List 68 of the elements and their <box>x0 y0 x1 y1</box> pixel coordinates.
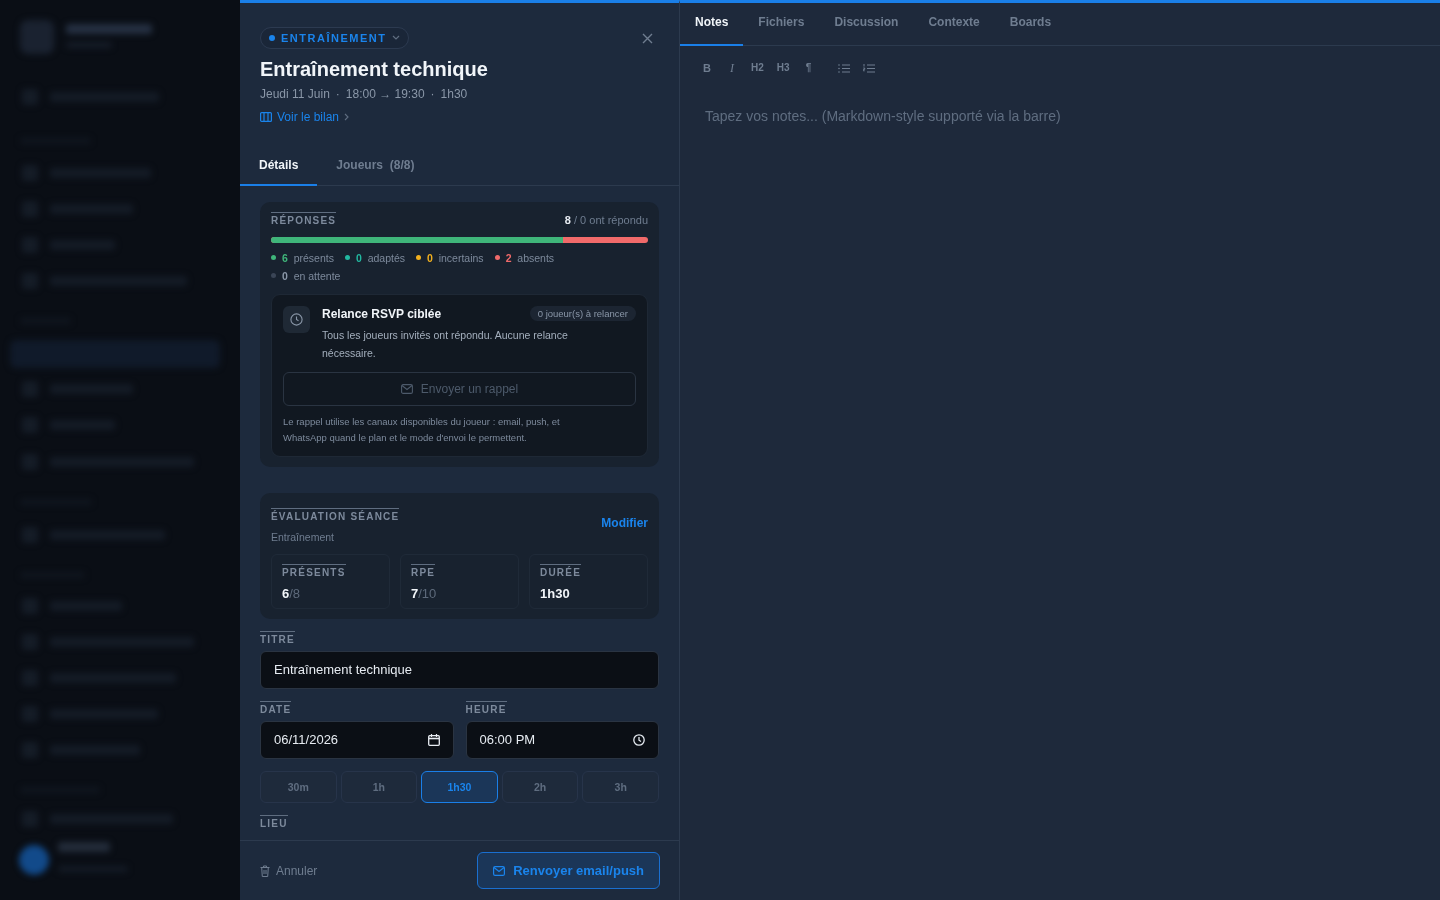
duration-option[interactable]: 30m <box>260 770 337 803</box>
cancel-button[interactable]: Annuler <box>260 861 318 880</box>
format-button[interactable]: H3 <box>771 58 795 78</box>
bullet-list-icon <box>837 63 850 73</box>
italic-button[interactable]: I <box>721 58 743 78</box>
metric-label: DURÉE <box>540 563 581 579</box>
numbered-list-icon <box>862 63 875 73</box>
status-count: 6 présents <box>282 250 334 265</box>
report-link[interactable]: Voir le bilan <box>260 109 351 126</box>
field-label: DATE <box>260 700 292 716</box>
edit-link[interactable]: Modifier <box>601 514 648 533</box>
metric-value: 7/10 <box>411 584 438 603</box>
tab[interactable]: Boards <box>994 3 1067 46</box>
mail-icon <box>400 383 413 394</box>
tab[interactable]: Fichiers <box>743 3 820 46</box>
status-count: 0 adaptés <box>355 250 405 265</box>
metric-label: RPE <box>411 563 436 579</box>
duration-option[interactable]: 1h30 <box>421 770 498 803</box>
columns-icon <box>260 112 272 123</box>
chevron-down-icon <box>392 35 401 41</box>
date-field[interactable]: 06/11/2026 <box>260 720 454 759</box>
reminder-title: Relance RSVP ciblée <box>322 305 442 322</box>
status-count: 0 en attente <box>282 268 341 283</box>
section-subtitle: Entraînement <box>271 529 336 544</box>
event-meta-text: 18:00 → 19:30 <box>345 86 425 104</box>
duration-option[interactable]: 2h <box>501 770 579 803</box>
notes-editor[interactable]: Tapez vos notes... (Markdown-style supporté via la barre) <box>703 104 1403 404</box>
field-label: LIEU <box>260 814 288 830</box>
tab[interactable]: Détails <box>240 148 318 187</box>
separator-text: · <box>335 86 340 104</box>
duration-option[interactable]: 1h <box>340 770 418 803</box>
status-count: 0 incertains <box>427 250 484 265</box>
resend-button[interactable]: Renvoyer email/push <box>477 851 660 890</box>
trash-icon <box>260 864 270 877</box>
response-summary: 8 / 0 ont répondu <box>564 213 648 229</box>
duration-option[interactable]: 3h <box>582 770 659 803</box>
reminder-text: Tous les joueurs invités ont répondu. Aucune relance nécessaire. <box>322 327 569 361</box>
title-field[interactable]: Entraînement technique <box>260 650 659 689</box>
tab[interactable]: Notes <box>680 3 744 46</box>
format-button[interactable]: H2 <box>746 58 769 78</box>
field-label: HEURE <box>465 700 507 716</box>
chevron-right-icon <box>344 113 351 122</box>
reminder-note: Le rappel utilise les canaux disponibles du joueur : email, push, et WhatsApp quand le plan et le mode d'envoi le permettent. <box>283 414 561 445</box>
separator-text: · <box>430 86 435 104</box>
metric-value: 6/8 <box>282 584 302 603</box>
tab[interactable]: Joueurs (8/8) <box>317 148 434 187</box>
clock-icon <box>633 733 645 746</box>
time-field[interactable]: 06:00 PM <box>465 720 659 759</box>
tab[interactable]: Discussion <box>819 3 914 46</box>
mail-icon <box>493 865 506 876</box>
event-meta-text: 1h30 <box>440 86 468 104</box>
metric-value: 1h30 <box>540 584 571 603</box>
section-heading: RÉPONSES <box>271 212 337 228</box>
status-count: 2 absents <box>505 250 555 265</box>
tab[interactable]: Contexte <box>913 3 995 46</box>
close-icon <box>642 33 653 44</box>
calendar-icon <box>427 733 440 746</box>
format-button[interactable]: ¶ <box>797 58 820 78</box>
event-meta-text: Jeudi 11 Juin <box>260 86 330 104</box>
event-title: Entraînement technique <box>260 57 489 83</box>
field-label: TITRE <box>260 630 295 646</box>
event-type-dropdown[interactable]: ENTRAÎNEMENT <box>260 26 410 50</box>
section-heading: ÉVALUATION SÉANCE <box>271 507 400 523</box>
metric-label: PRÉSENTS <box>282 563 346 579</box>
bold-button[interactable]: B <box>696 58 718 78</box>
clock-glyph-icon <box>290 312 303 326</box>
count-badge: 0 joueur(s) à relancer <box>529 306 636 322</box>
close-button[interactable] <box>640 31 655 46</box>
